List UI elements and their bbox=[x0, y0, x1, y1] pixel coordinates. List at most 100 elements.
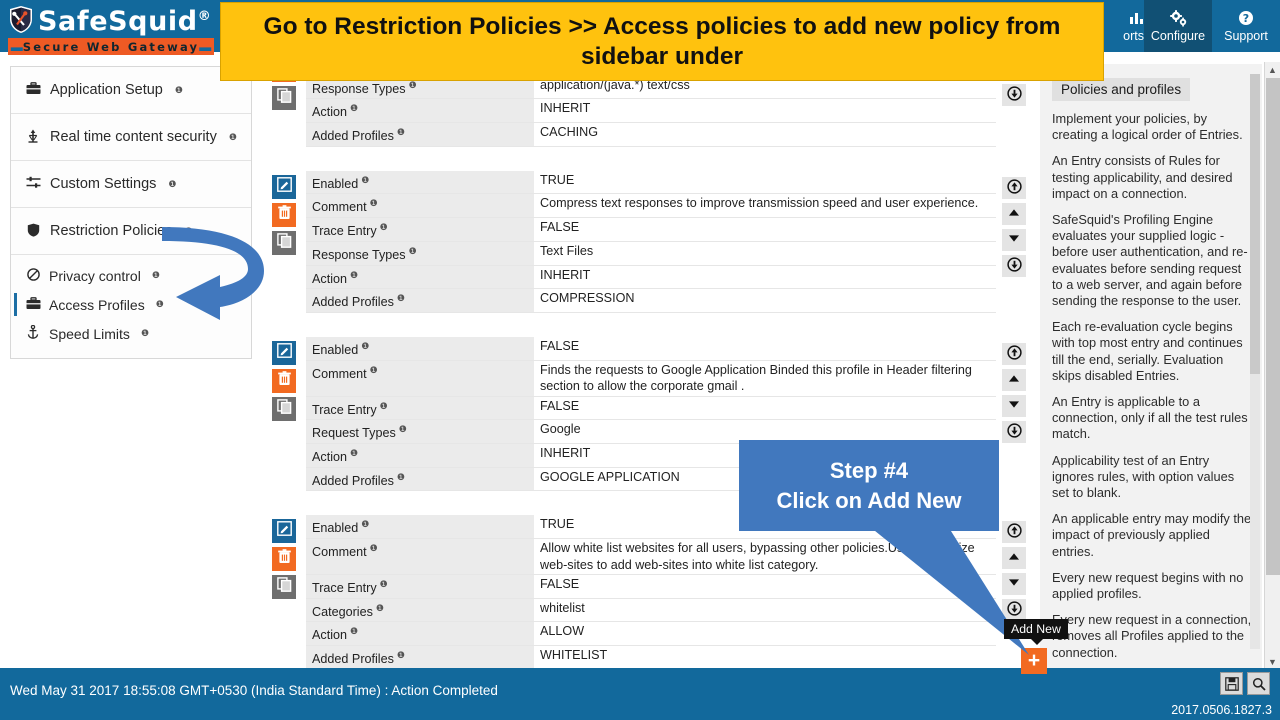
brand-logo[interactable]: SafeSquid® ▬ Secure Web Gateway ▬ bbox=[8, 2, 218, 55]
info-icon[interactable]: ❶ bbox=[397, 472, 405, 482]
info-icon[interactable]: ❶ bbox=[168, 179, 176, 190]
edit-button[interactable] bbox=[272, 519, 296, 543]
field-row[interactable]: Trace Entry❶FALSE bbox=[306, 218, 996, 242]
field-value[interactable]: INHERIT bbox=[534, 99, 996, 122]
help-scroll-thumb[interactable] bbox=[1250, 74, 1260, 374]
info-icon[interactable]: ❶ bbox=[376, 603, 384, 613]
info-icon[interactable]: ❶ bbox=[370, 365, 378, 375]
copy-icon bbox=[277, 88, 292, 108]
info-icon[interactable]: ❶ bbox=[229, 132, 237, 143]
copy-button[interactable] bbox=[272, 575, 296, 599]
nav-item-reports[interactable]: orts bbox=[1104, 0, 1144, 52]
field-row[interactable]: Enabled❶FALSE bbox=[306, 337, 996, 361]
info-icon[interactable]: ❶ bbox=[370, 198, 378, 208]
copy-button[interactable] bbox=[272, 397, 296, 421]
info-icon[interactable]: ❶ bbox=[141, 328, 149, 339]
briefcase-icon bbox=[25, 82, 41, 98]
step-callout: Step #4 Click on Add New bbox=[739, 440, 999, 531]
field-value[interactable]: FALSE bbox=[534, 397, 996, 420]
info-icon[interactable]: ❶ bbox=[399, 424, 407, 434]
copy-button[interactable] bbox=[272, 86, 296, 110]
field-value[interactable]: Finds the requests to Google Application… bbox=[534, 361, 996, 396]
status-bar: Wed May 31 2017 18:55:08 GMT+0530 (India… bbox=[0, 668, 1280, 720]
copy-button[interactable] bbox=[272, 231, 296, 255]
entry-order-controls bbox=[996, 171, 1032, 313]
delete-button[interactable] bbox=[272, 547, 296, 571]
top-navigation: orts Configure bbox=[1104, 0, 1280, 52]
info-icon[interactable]: ❶ bbox=[350, 103, 358, 113]
help-paragraph: An applicable entry may modify the impac… bbox=[1052, 511, 1252, 560]
move-to-top-button[interactable] bbox=[1002, 343, 1026, 365]
field-label: Request Types❶ bbox=[306, 420, 534, 443]
info-icon[interactable]: ❶ bbox=[152, 270, 160, 281]
help-paragraph: Implement your policies, by creating a l… bbox=[1052, 111, 1252, 143]
field-row[interactable]: Comment❶ Compress text responses to impro… bbox=[306, 194, 996, 218]
sidebar-item-custom-settings[interactable]: Custom Settings ❶ bbox=[11, 161, 251, 208]
field-row[interactable]: Trace Entry❶FALSE bbox=[306, 397, 996, 421]
triangle-down-icon bbox=[1008, 400, 1020, 412]
field-row[interactable]: Enabled❶TRUE bbox=[306, 171, 996, 195]
edit-button[interactable] bbox=[272, 341, 296, 365]
info-icon[interactable]: ❶ bbox=[380, 222, 388, 232]
field-value[interactable]: COMPRESSION bbox=[534, 289, 996, 312]
info-icon[interactable]: ❶ bbox=[350, 448, 358, 458]
move-down-button[interactable] bbox=[1002, 229, 1026, 251]
info-icon[interactable]: ❶ bbox=[350, 270, 358, 280]
version-label: 2017.0506.1827.3 bbox=[1171, 703, 1272, 717]
info-icon[interactable]: ❶ bbox=[361, 519, 369, 529]
edit-button[interactable] bbox=[272, 175, 296, 199]
copy-icon bbox=[277, 399, 292, 419]
field-label-text: Comment bbox=[312, 201, 367, 215]
move-up-button[interactable] bbox=[1002, 369, 1026, 391]
info-icon[interactable]: ❶ bbox=[397, 650, 405, 660]
sidebar-item-real-time-content-security[interactable]: Real time content security ❶ bbox=[11, 114, 251, 161]
shield-tools-icon bbox=[8, 5, 34, 34]
delete-icon bbox=[278, 371, 291, 391]
move-to-bottom-button[interactable] bbox=[1002, 84, 1026, 106]
page-scrollbar[interactable]: ▲ ▼ bbox=[1264, 62, 1280, 670]
delete-button[interactable] bbox=[272, 203, 296, 227]
help-panel-scrollbar[interactable] bbox=[1250, 74, 1260, 649]
field-value[interactable]: FALSE bbox=[534, 337, 996, 360]
info-icon[interactable]: ❶ bbox=[397, 127, 405, 137]
info-icon[interactable]: ❶ bbox=[361, 175, 369, 185]
move-to-bottom-button[interactable] bbox=[1002, 255, 1026, 277]
reports-icon bbox=[1129, 10, 1144, 27]
info-icon[interactable]: ❶ bbox=[370, 543, 378, 553]
nav-item-configure[interactable]: Configure bbox=[1144, 0, 1212, 52]
info-icon[interactable]: ❶ bbox=[380, 401, 388, 411]
field-value[interactable]: INHERIT bbox=[534, 266, 996, 289]
move-to-top-button[interactable] bbox=[1002, 177, 1026, 199]
info-icon[interactable]: ❶ bbox=[409, 246, 417, 256]
field-value[interactable]: TRUE bbox=[534, 171, 996, 194]
field-row[interactable]: Action❶INHERIT bbox=[306, 266, 996, 290]
field-row[interactable]: Response Types❶Text Files bbox=[306, 242, 996, 266]
move-up-button[interactable] bbox=[1002, 203, 1026, 225]
move-down-button[interactable] bbox=[1002, 395, 1026, 417]
info-icon[interactable]: ❶ bbox=[380, 579, 388, 589]
field-row[interactable]: Action❶INHERIT bbox=[306, 99, 996, 123]
info-icon[interactable]: ❶ bbox=[175, 85, 183, 96]
info-icon[interactable]: ❶ bbox=[361, 341, 369, 351]
anchor-icon bbox=[25, 325, 41, 342]
scroll-up-arrow-icon[interactable]: ▲ bbox=[1265, 62, 1280, 78]
delete-button[interactable] bbox=[272, 369, 296, 393]
field-row[interactable]: Added Profiles❶COMPRESSION bbox=[306, 289, 996, 313]
field-label: Added Profiles❶ bbox=[306, 468, 534, 491]
search-button[interactable] bbox=[1247, 672, 1270, 695]
nav-item-support[interactable]: ? Support bbox=[1212, 0, 1280, 52]
entry-row: Enabled❶TRUEComment❶Compress text respon… bbox=[262, 171, 1032, 313]
field-row[interactable]: Comment❶Finds the requests to Google App… bbox=[306, 361, 996, 397]
save-button[interactable] bbox=[1220, 672, 1243, 695]
sidebar-item-application-setup[interactable]: Application Setup ❶ bbox=[11, 67, 251, 114]
field-value[interactable]: FALSE bbox=[534, 218, 996, 241]
info-icon[interactable]: ❶ bbox=[350, 626, 358, 636]
field-value[interactable]: Compress text responses to improve trans… bbox=[534, 194, 996, 217]
info-icon[interactable]: ❶ bbox=[397, 293, 405, 303]
field-value[interactable]: CACHING bbox=[534, 123, 996, 146]
page-scroll-thumb[interactable] bbox=[1266, 78, 1280, 575]
info-icon[interactable]: ❶ bbox=[409, 80, 417, 90]
field-value[interactable]: Text Files bbox=[534, 242, 996, 265]
field-row[interactable]: Added Profiles❶CACHING bbox=[306, 123, 996, 147]
field-label: Added Profiles❶ bbox=[306, 646, 534, 669]
